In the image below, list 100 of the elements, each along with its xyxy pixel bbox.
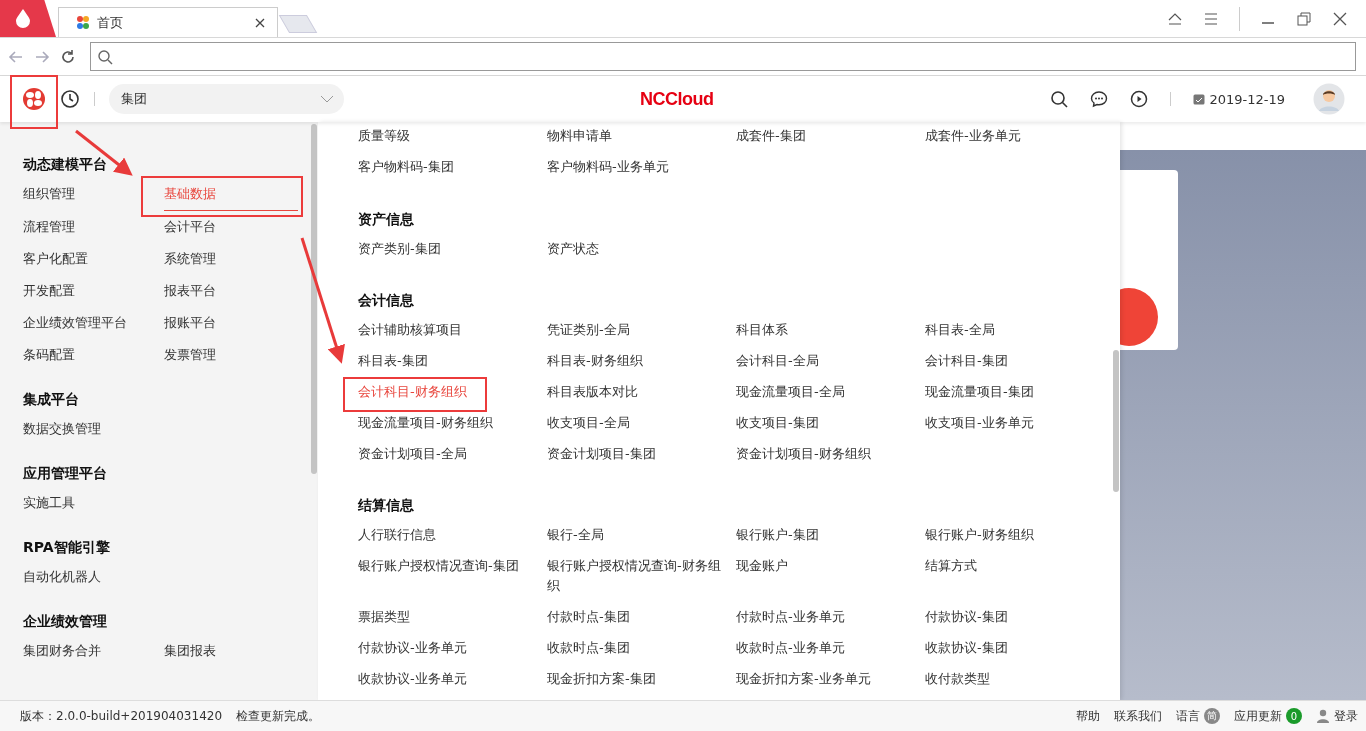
menu-item[interactable]: 凭证类别-全局 xyxy=(547,320,736,340)
menu-item[interactable]: 银行账户授权情况查询-集团 xyxy=(358,556,547,596)
menu-item[interactable]: 资产状态 xyxy=(547,239,736,259)
chat-icon[interactable] xyxy=(1090,90,1109,108)
menu-item[interactable]: 收款时点-业务单元 xyxy=(736,638,925,658)
menu-item[interactable]: 现金流量项目-全局 xyxy=(736,382,925,402)
menu-item[interactable]: 现金流量项目-财务组织 xyxy=(358,413,547,433)
user-icon xyxy=(1316,709,1330,723)
menu-item[interactable]: 客户物料码-集团 xyxy=(358,157,547,177)
menu-item[interactable]: 付款时点-业务单元 xyxy=(736,607,925,627)
app-card[interactable] xyxy=(1120,170,1178,350)
sidebar-item[interactable]: 报账平台 xyxy=(164,313,298,333)
clock-icon[interactable] xyxy=(60,89,80,109)
menu-item[interactable]: 会计辅助核算项目 xyxy=(358,320,547,340)
address-field[interactable] xyxy=(90,42,1356,71)
close-icon[interactable] xyxy=(255,17,265,28)
highlight-box xyxy=(10,75,58,129)
menu-item[interactable]: 收款时点-集团 xyxy=(547,638,736,658)
contact-link[interactable]: 联系我们 xyxy=(1114,707,1162,725)
sidebar-item[interactable]: 会计平台 xyxy=(164,217,298,237)
menu-item[interactable]: 银行-全局 xyxy=(547,525,736,545)
sidebar-item[interactable]: 自动化机器人 xyxy=(23,567,164,587)
menu-item[interactable]: 会计科目-集团 xyxy=(925,351,1114,371)
menu-item[interactable]: 收支项目-全局 xyxy=(547,413,736,433)
menu-item[interactable]: 质量等级 xyxy=(358,126,547,146)
menu-item[interactable]: 收付款类型 xyxy=(925,669,1114,689)
menu-item[interactable]: 现金折扣方案-业务单元 xyxy=(736,669,925,689)
version-text: 版本：2.0.0-build+201904031420 xyxy=(20,707,223,725)
menu-item[interactable]: 银行账户-财务组织 xyxy=(925,525,1114,545)
menu-item[interactable]: 付款时点-集团 xyxy=(547,607,736,627)
menu-item[interactable]: 科目表版本对比 xyxy=(547,382,736,402)
sidebar-item[interactable]: 开发配置 xyxy=(23,281,164,301)
menu-icon[interactable] xyxy=(1203,11,1219,26)
browser-tab[interactable]: 首页 xyxy=(58,7,278,37)
scrollbar-thumb[interactable] xyxy=(311,124,317,474)
menu-item[interactable]: 现金账户 xyxy=(736,556,925,596)
section-heading: 企业绩效管理 xyxy=(23,612,108,631)
menu-item[interactable]: 资产类别-集团 xyxy=(358,239,547,259)
menu-item[interactable]: 科目表-集团 xyxy=(358,351,547,371)
sidebar-item[interactable]: 报表平台 xyxy=(164,281,298,301)
menu-item[interactable]: 收款协议-集团 xyxy=(925,638,1114,658)
section-heading: 应用管理平台 xyxy=(23,464,108,483)
menu-item[interactable]: 物料申请单 xyxy=(547,126,736,146)
menu-item[interactable]: 收支项目-业务单元 xyxy=(925,413,1114,433)
status-message: 检查更新完成。 xyxy=(236,707,321,725)
menu-item[interactable]: 会计科目-全局 xyxy=(736,351,925,371)
sidebar-item[interactable]: 实施工具 xyxy=(23,493,164,513)
menu-item[interactable]: 票据类型 xyxy=(358,607,547,627)
menu-item[interactable]: 人行联行信息 xyxy=(358,525,547,545)
sidebar-item[interactable]: 发票管理 xyxy=(164,345,298,365)
menu-item[interactable]: 银行账户授权情况查询-财务组织 xyxy=(547,556,736,596)
section-heading: 结算信息 xyxy=(358,496,415,515)
sidebar-item[interactable]: 组织管理 xyxy=(23,184,164,204)
menu-item[interactable]: 银行账户-集团 xyxy=(736,525,925,545)
menu-item[interactable]: 付款协议-业务单元 xyxy=(358,638,547,658)
reload-icon[interactable] xyxy=(60,48,76,65)
scrollbar-thumb[interactable] xyxy=(1113,350,1119,492)
menu-item[interactable]: 收款协议-业务单元 xyxy=(358,669,547,689)
sidebar-item[interactable]: 条码配置 xyxy=(23,345,164,365)
sidebar-item[interactable]: 系统管理 xyxy=(164,249,298,269)
sidebar-item[interactable]: 集团财务合并 xyxy=(23,641,164,661)
close-icon[interactable] xyxy=(1332,11,1348,26)
help-link[interactable]: 帮助 xyxy=(1076,707,1100,725)
menu-item[interactable]: 资金计划项目-财务组织 xyxy=(736,444,925,464)
forward-icon[interactable] xyxy=(34,49,50,64)
language-link[interactable]: 语言 xyxy=(1176,707,1200,725)
sidebar-item[interactable]: 企业绩效管理平台 xyxy=(23,313,164,333)
sidebar-item[interactable]: 客户化配置 xyxy=(23,249,164,269)
menu-item[interactable]: 科目体系 xyxy=(736,320,925,340)
section-heading: 资产信息 xyxy=(358,210,415,229)
menu-item[interactable]: 成套件-集团 xyxy=(736,126,925,146)
menu-item[interactable]: 会计科目-财务组织 xyxy=(358,382,547,402)
menu-item[interactable]: 资金计划项目-全局 xyxy=(358,444,547,464)
sidebar-item[interactable]: 数据交换管理 xyxy=(23,419,164,439)
menu-item[interactable]: 收支项目-集团 xyxy=(736,413,925,433)
avatar-icon[interactable] xyxy=(1313,83,1345,115)
menu-item[interactable]: 科目表-财务组织 xyxy=(547,351,736,371)
browser-logo-tab[interactable] xyxy=(0,0,56,37)
menu-item[interactable]: 现金折扣方案-集团 xyxy=(547,669,736,689)
org-select[interactable]: 集团 xyxy=(109,84,344,114)
menu-item[interactable]: 科目表-全局 xyxy=(925,320,1114,340)
menu-item[interactable]: 客户物料码-业务单元 xyxy=(547,157,736,177)
updates-link[interactable]: 应用更新 xyxy=(1234,707,1282,725)
menu-item[interactable]: 现金流量项目-集团 xyxy=(925,382,1114,402)
search-icon[interactable] xyxy=(1050,90,1069,108)
menu-item[interactable]: 付款协议-集团 xyxy=(925,607,1114,627)
menu-item[interactable]: 资金计划项目-集团 xyxy=(547,444,736,464)
restore-icon[interactable] xyxy=(1296,11,1312,26)
drop-icon xyxy=(14,8,32,28)
login-link[interactable]: 登录 xyxy=(1334,707,1358,725)
menu-item[interactable]: 成套件-业务单元 xyxy=(925,126,1114,146)
sidebar-item[interactable]: 集团报表 xyxy=(164,641,298,661)
date-display[interactable]: 2019-12-19 xyxy=(1193,91,1285,107)
back-icon[interactable] xyxy=(8,49,24,64)
sidebar-item[interactable]: 基础数据 xyxy=(164,184,298,211)
menu-item[interactable]: 结算方式 xyxy=(925,556,1114,596)
play-icon[interactable] xyxy=(1130,90,1149,108)
sidebar-item[interactable]: 流程管理 xyxy=(23,217,164,237)
app-logo-icon[interactable] xyxy=(22,87,46,111)
collapse-icon[interactable] xyxy=(1167,11,1183,26)
